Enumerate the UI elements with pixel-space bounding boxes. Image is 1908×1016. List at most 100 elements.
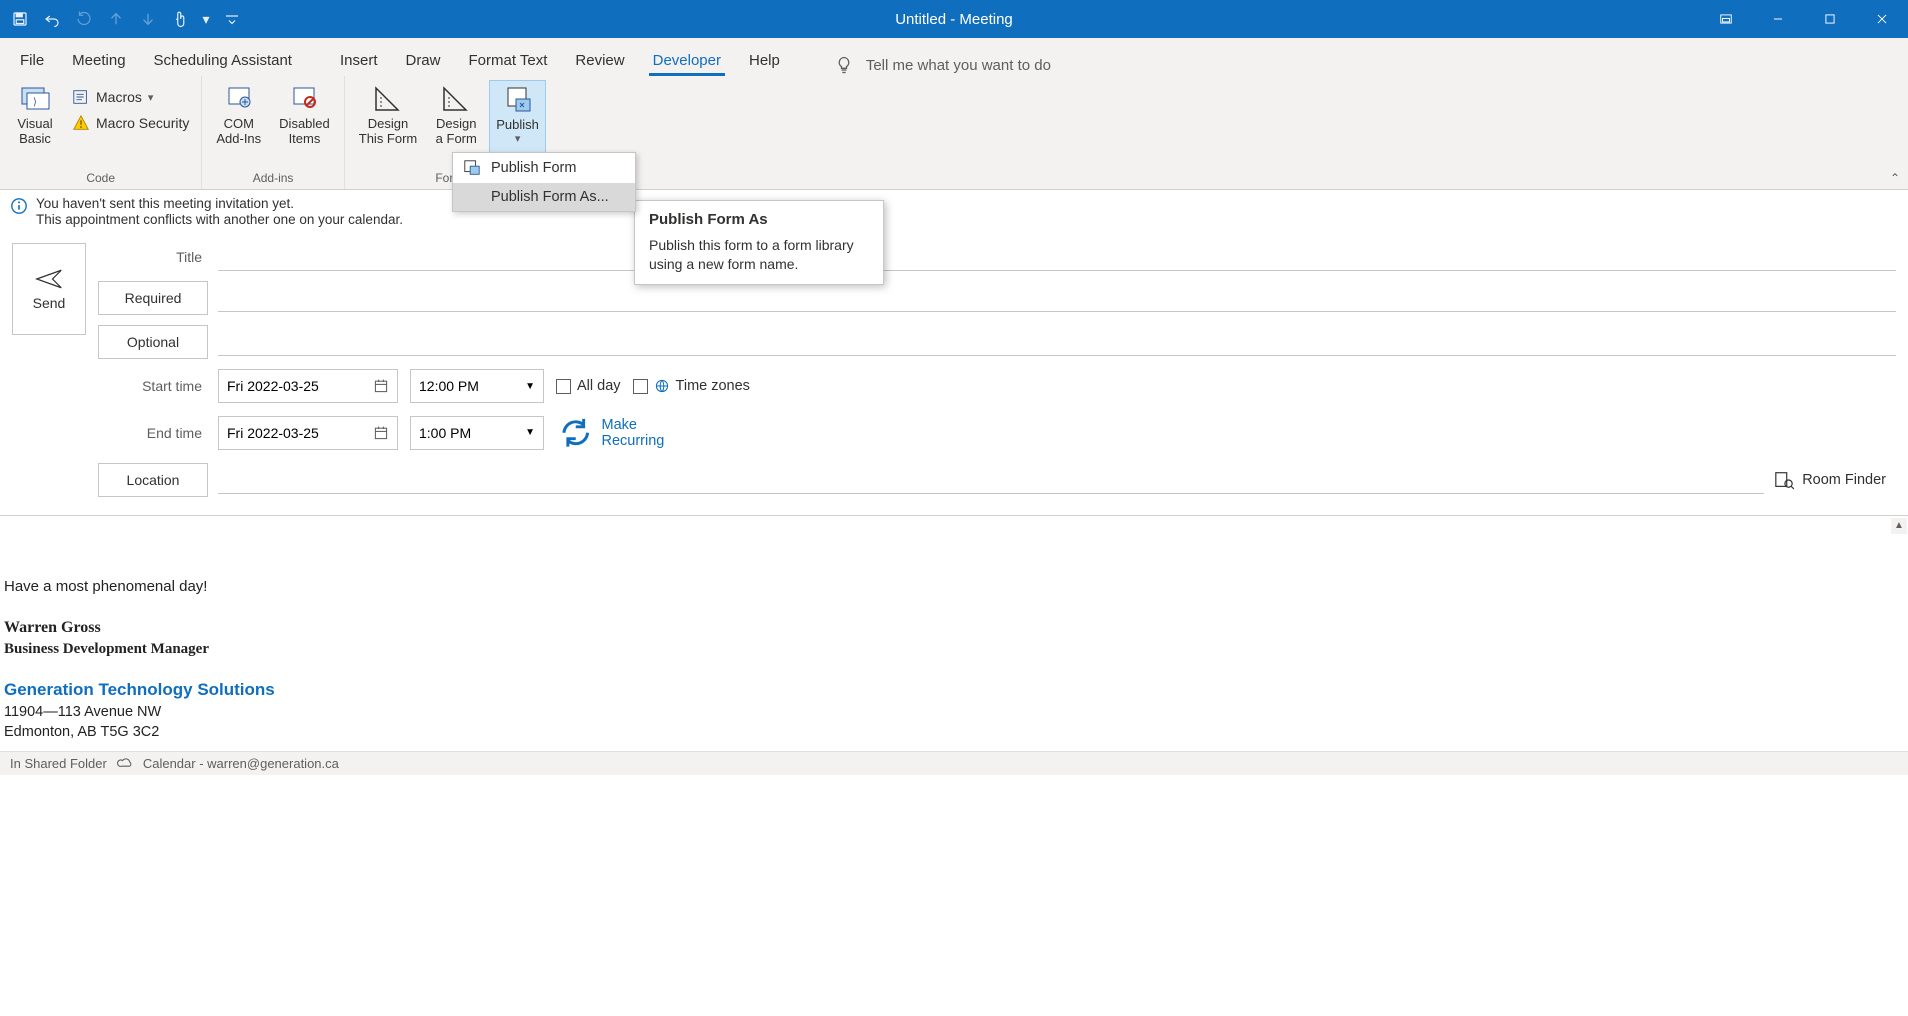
end-time-label: End time [98,425,208,441]
disabled-items-icon [288,82,320,114]
room-finder-button[interactable]: Room Finder [1774,470,1896,490]
window-title: Untitled - Meeting [895,11,1013,28]
info-line-2: This appointment conflicts with another … [36,212,403,227]
lightbulb-icon [834,55,854,75]
tab-file[interactable]: File [6,44,58,75]
title-input[interactable] [218,243,1896,271]
meeting-body-editor[interactable]: Have a most phenomenal day! Warren Gross… [0,515,1908,775]
ruler-triangle-icon [372,82,404,114]
group-label-addins: Add-ins [210,171,335,187]
calendar-icon [373,378,389,394]
optional-input[interactable] [218,328,1896,356]
arrow-down-icon[interactable] [134,5,162,33]
meeting-form: Send Title Required Optional Start time … [0,233,1908,497]
status-calendar-label: Calendar - warren@generation.ca [143,756,339,771]
macros-button[interactable]: Macros ▾ [68,86,193,108]
scroll-up-icon[interactable]: ▲ [1891,518,1907,534]
publish-icon [502,83,534,115]
optional-button[interactable]: Optional [98,325,208,359]
tell-me-placeholder: Tell me what you want to do [866,57,1051,74]
save-icon[interactable] [6,5,34,33]
all-day-checkbox[interactable]: All day [556,378,621,394]
tab-meeting[interactable]: Meeting [58,44,139,75]
end-date-picker[interactable]: Fri 2022-03-25 [218,416,398,450]
quick-access-toolbar: ▾ [0,0,246,38]
status-folder-label: In Shared Folder [10,756,107,771]
com-addins-icon [223,82,255,114]
close-icon[interactable] [1856,0,1908,38]
info-icon [10,197,28,215]
repeat-icon[interactable] [70,5,98,33]
tooltip-title: Publish Form As [649,211,869,228]
publish-form-icon [463,159,481,177]
tooltip-body: Publish this form to a form library usin… [649,236,869,274]
info-line-1: You haven't sent this meeting invitation… [36,196,403,211]
location-input[interactable] [218,466,1764,494]
calendar-icon [373,425,389,441]
signature-name: Warren Gross [4,617,1904,639]
tell-me-search[interactable]: Tell me what you want to do [834,55,1051,75]
chevron-down-icon: ▾ [515,132,521,145]
tab-scheduling-assistant[interactable]: Scheduling Assistant [140,44,306,75]
recurring-icon [556,413,596,453]
make-recurring-link[interactable]: Make Recurring [556,413,664,453]
signature-addr1: 11904—113 Avenue NW [4,702,1904,722]
undo-icon[interactable] [38,5,66,33]
status-bar: In Shared Folder Calendar - warren@gener… [0,751,1908,775]
chevron-down-icon: ▼ [525,381,535,392]
cloud-icon [117,755,133,771]
maximize-icon[interactable] [1804,0,1856,38]
start-time-label: Start time [98,378,208,394]
ribbon-tabs: File Meeting Scheduling Assistant Insert… [0,38,1908,76]
body-scrollbar[interactable]: ▲ ▼ [1890,516,1908,775]
tab-draw[interactable]: Draw [391,44,454,75]
visual-basic-button[interactable]: ⟩ Visual Basic [8,80,62,171]
tab-developer[interactable]: Developer [639,44,735,75]
tab-format-text[interactable]: Format Text [455,44,562,75]
menu-item-publish-form-as[interactable]: Publish Form As... [453,183,635,211]
menu-item-publish-form[interactable]: Publish Form [453,153,635,183]
ribbon-display-options-icon[interactable] [1700,0,1752,38]
signature-role: Business Development Manager [4,639,1904,660]
required-button[interactable]: Required [98,281,208,315]
globe-icon [654,378,670,394]
macros-icon [72,88,90,106]
touch-mode-icon[interactable] [166,5,194,33]
time-zones-checkbox[interactable]: Time zones [633,378,750,394]
tab-help[interactable]: Help [735,44,794,75]
signature-addr2: Edmonton, AB T5G 3C2 [4,722,1904,742]
arrow-up-icon[interactable] [102,5,130,33]
com-addins-button[interactable]: COM Add-Ins [210,80,267,171]
minimize-icon[interactable] [1752,0,1804,38]
chevron-down-icon: ▾ [148,91,154,104]
body-greeting: Have a most phenomenal day! [4,576,1904,597]
tab-insert[interactable]: Insert [326,44,392,75]
tooltip-publish-form-as: Publish Form As Publish this form to a f… [634,200,884,285]
info-banner: You haven't sent this meeting invitation… [0,190,1908,233]
qat-customize-icon[interactable] [218,5,246,33]
start-date-picker[interactable]: Fri 2022-03-25 [218,369,398,403]
title-bar: ▾ Untitled - Meeting [0,0,1908,38]
warning-icon [72,114,90,132]
send-icon [35,267,63,291]
signature-company: Generation Technology Solutions [4,678,1904,702]
end-time-picker[interactable]: 1:00 PM ▼ [410,416,544,450]
visual-basic-icon: ⟩ [19,82,51,114]
collapse-ribbon-icon[interactable]: ⌃ [1890,171,1900,185]
send-button[interactable]: Send [12,243,86,335]
location-button[interactable]: Location [98,463,208,497]
title-label: Title [98,249,208,265]
publish-dropdown-menu: Publish Form Publish Form As... [452,152,636,212]
ribbon-group-code: ⟩ Visual Basic Macros ▾ Macro Security [0,76,202,189]
window-controls [1700,0,1908,38]
macro-security-button[interactable]: Macro Security [68,112,193,134]
required-input[interactable] [218,284,1896,312]
tab-review[interactable]: Review [561,44,638,75]
ruler-triangle-icon [440,82,472,114]
start-time-picker[interactable]: 12:00 PM ▼ [410,369,544,403]
ribbon-group-addins: COM Add-Ins Disabled Items Add-ins [202,76,344,189]
design-this-form-button[interactable]: Design This Form [353,80,424,171]
qat-dropdown-icon[interactable]: ▾ [198,5,214,33]
chevron-down-icon: ▼ [525,427,535,438]
disabled-items-button[interactable]: Disabled Items [273,80,336,171]
